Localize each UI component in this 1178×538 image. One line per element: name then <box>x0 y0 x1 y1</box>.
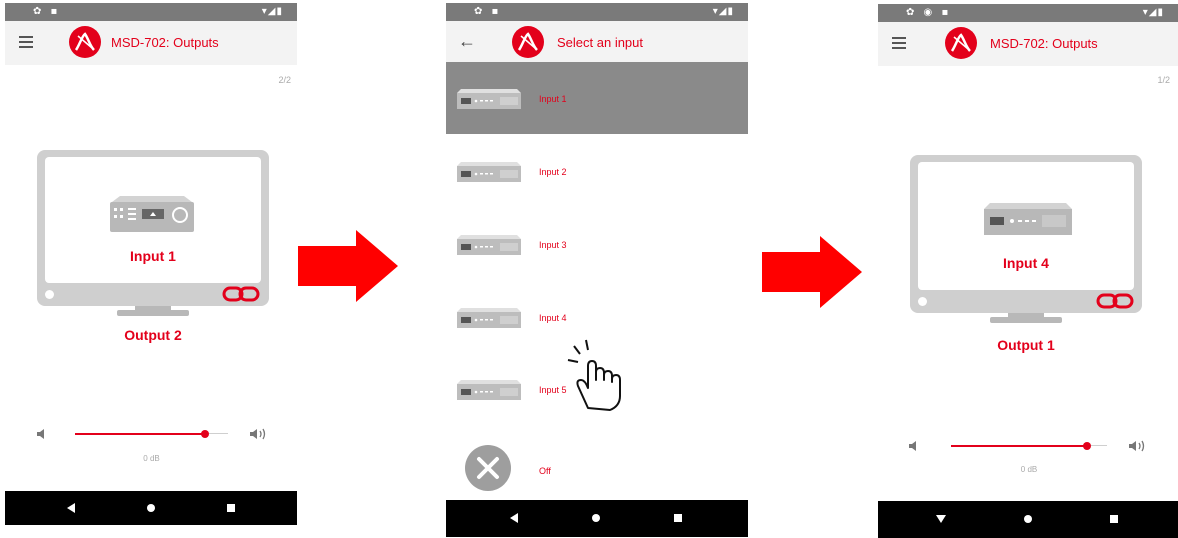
nav-bar <box>446 500 748 537</box>
tv-stand <box>990 317 1062 323</box>
device-icon <box>457 308 521 328</box>
kramer-logo <box>512 26 544 58</box>
device-icon <box>457 380 521 400</box>
off-icon <box>465 445 511 491</box>
status-icons-left: ✿ ◉ ▪ <box>906 7 952 18</box>
nav-recents-button[interactable] <box>1110 515 1118 523</box>
device-icon <box>457 89 521 109</box>
menu-icon[interactable] <box>892 37 906 49</box>
volume-knob[interactable] <box>201 430 209 438</box>
page-title: Select an input <box>557 35 644 50</box>
volume-value: 0 dB <box>143 454 160 463</box>
tv-power-dot <box>918 297 927 306</box>
speaker-high-icon[interactable] <box>249 427 271 441</box>
nav-back-button[interactable] <box>67 503 75 513</box>
output-display[interactable]: Input 4 <box>910 155 1142 325</box>
back-arrow-icon[interactable]: ← <box>458 32 476 50</box>
status-icons-left: ✿ ▪ <box>474 6 502 17</box>
status-icons-left: ✿ ▪ <box>33 6 61 17</box>
tv-stand <box>117 310 189 316</box>
menu-icon[interactable] <box>19 36 33 48</box>
output-label: Output 2 <box>124 327 182 343</box>
hand-pointer-icon <box>567 339 621 411</box>
receiver-icon <box>110 196 194 232</box>
nav-recents-button[interactable] <box>674 514 682 522</box>
volume-fill <box>951 445 1087 447</box>
screen-select-input: ✿ ▪ ▾◢▮ ← Select an input Input 1 Input 2… <box>446 3 748 537</box>
switcher-device-icon <box>984 203 1072 235</box>
status-icons-right: ▾◢▮ <box>1142 7 1164 18</box>
input-label: Input 1 <box>130 248 176 264</box>
nav-home-button[interactable] <box>1024 515 1032 523</box>
volume-fill <box>75 433 205 435</box>
kramer-logo <box>945 27 977 59</box>
speaker-low-icon[interactable] <box>908 440 922 452</box>
screen-outputs-1: ✿ ◉ ▪ ▾◢▮ MSD-702: Outputs 1/2 Input 4 O… <box>878 4 1178 538</box>
input-list-label: Input 1 <box>539 94 567 104</box>
status-icons-right: ▾◢▮ <box>261 6 283 17</box>
input-list-label: Input 3 <box>539 240 567 250</box>
device-icon <box>457 235 521 255</box>
kramer-logo <box>69 26 101 58</box>
nav-bar <box>878 501 1178 538</box>
input-list-label: Off <box>539 466 551 476</box>
nav-bar <box>5 491 297 525</box>
link-icon[interactable] <box>1096 292 1134 310</box>
input-list-item[interactable]: Input 2 <box>446 135 748 207</box>
status-bar: ✿ ▪ ▾◢▮ <box>5 3 297 21</box>
app-bar: MSD-702: Outputs <box>5 21 297 65</box>
page-title: MSD-702: Outputs <box>990 36 1098 51</box>
link-icon[interactable] <box>222 285 260 303</box>
nav-home-button[interactable] <box>147 504 155 512</box>
device-icon <box>457 162 521 182</box>
input-list-label: Input 4 <box>539 313 567 323</box>
output-display[interactable]: Input 1 <box>37 150 269 318</box>
input-list-item[interactable]: Input 1 <box>446 62 748 134</box>
nav-back-button[interactable] <box>936 515 946 523</box>
screen-outputs-2: ✿ ▪ ▾◢▮ MSD-702: Outputs 2/2 Input 1 Out… <box>5 3 297 525</box>
nav-back-button[interactable] <box>510 513 518 523</box>
status-bar: ✿ ◉ ▪ ▾◢▮ <box>878 4 1178 22</box>
speaker-high-icon[interactable] <box>1128 439 1150 453</box>
input-list-label: Input 5 <box>539 385 567 395</box>
volume-knob[interactable] <box>1083 442 1091 450</box>
input-list-item[interactable]: Input 3 <box>446 208 748 280</box>
app-bar: ← Select an input <box>446 21 748 65</box>
status-bar: ✿ ▪ ▾◢▮ <box>446 3 748 21</box>
page-indicator: 1/2 <box>1157 75 1170 85</box>
flow-arrow-icon <box>762 236 862 308</box>
input-list-item-off[interactable]: Off <box>446 426 748 498</box>
page-indicator: 2/2 <box>278 75 291 85</box>
output-label: Output 1 <box>997 337 1055 353</box>
app-bar: MSD-702: Outputs <box>878 22 1178 66</box>
speaker-low-icon[interactable] <box>36 428 50 440</box>
flow-arrow-icon <box>298 230 398 302</box>
tv-power-dot <box>45 290 54 299</box>
volume-value: 0 dB <box>1020 465 1038 474</box>
page-title: MSD-702: Outputs <box>111 35 219 50</box>
nav-recents-button[interactable] <box>227 504 235 512</box>
input-list-label: Input 2 <box>539 167 567 177</box>
status-icons-right: ▾◢▮ <box>712 6 734 17</box>
nav-home-button[interactable] <box>592 514 600 522</box>
input-label: Input 4 <box>1003 255 1049 271</box>
